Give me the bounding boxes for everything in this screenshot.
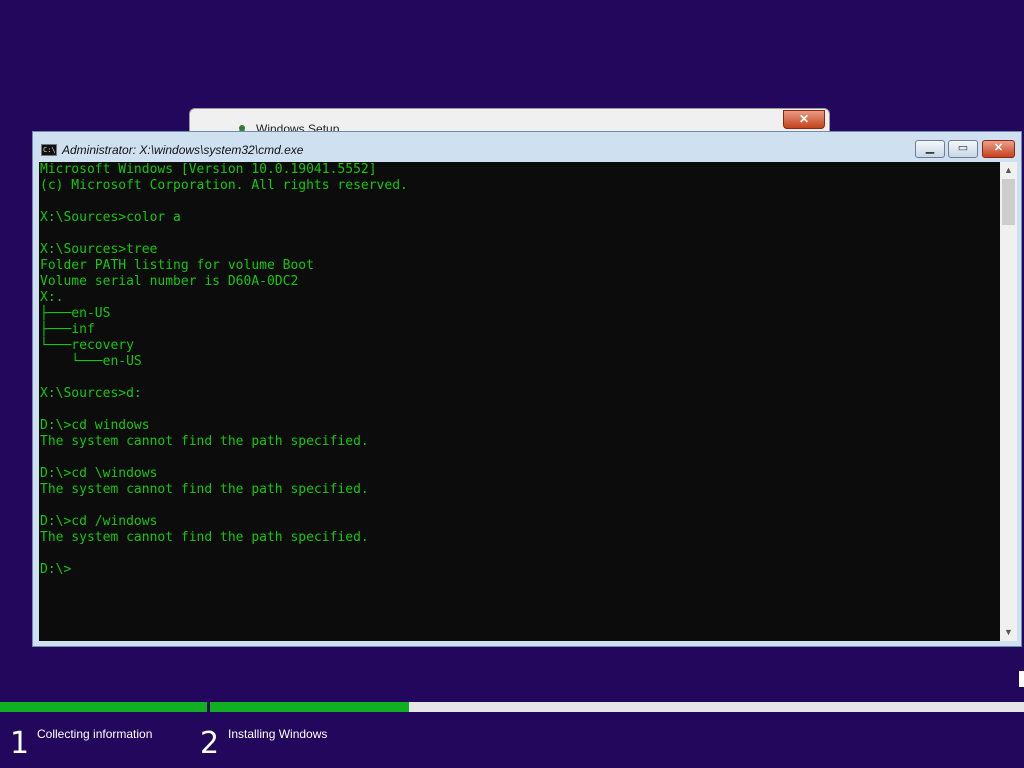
- console-line: Microsoft Windows [Version 10.0.19041.55…: [40, 162, 377, 177]
- step-label-installing: Installing Windows: [228, 727, 328, 741]
- cmd-window-title: Administrator: X:\windows\system32\cmd.e…: [62, 143, 304, 157]
- step-label-collecting: Collecting information: [37, 727, 153, 741]
- console-line: X:\Sources>tree: [40, 242, 158, 257]
- console-text: Microsoft Windows [Version 10.0.19041.55…: [39, 162, 1000, 578]
- console-line: X:\Sources>d:: [40, 386, 142, 401]
- setup-progress-bar: [0, 702, 1024, 712]
- windows-setup-close-button[interactable]: ✕: [783, 110, 825, 129]
- console-line: ├───en-US: [40, 306, 111, 321]
- console-line: Folder PATH listing for volume Boot: [40, 258, 314, 273]
- console-line: D:\>cd windows: [40, 418, 150, 433]
- progress-segment-collecting: [0, 702, 207, 712]
- console-line: X:\Sources>color a: [40, 210, 181, 225]
- console-line: └───en-US: [40, 354, 142, 369]
- maximize-button[interactable]: ▭: [948, 140, 978, 158]
- console-line: Volume serial number is D60A-0DC2: [40, 274, 299, 289]
- minimize-button[interactable]: ▁: [915, 140, 945, 158]
- scroll-down-icon[interactable]: ▼: [1000, 624, 1017, 641]
- step-number: 1: [10, 726, 30, 761]
- screen-edge-mark: [1019, 671, 1024, 687]
- console-line: D:\>cd \windows: [40, 466, 158, 481]
- console-line: └───recovery: [40, 338, 134, 353]
- setup-steps: 1 Collecting information 2 Installing Wi…: [0, 716, 1024, 768]
- console-line: The system cannot find the path specifie…: [40, 434, 369, 449]
- progress-fill-installing: [210, 702, 410, 712]
- console-line: The system cannot find the path specifie…: [40, 530, 369, 545]
- console-line: The system cannot find the path specifie…: [40, 482, 369, 497]
- scroll-up-icon[interactable]: ▲: [1000, 162, 1017, 179]
- console-line: X:.: [40, 290, 64, 305]
- console-line: D:\>: [40, 562, 72, 577]
- setup-desktop: Windows Setup ✕ C:\ Administrator: X:\wi…: [0, 0, 1024, 768]
- cmd-window[interactable]: C:\ Administrator: X:\windows\system32\c…: [32, 131, 1022, 647]
- console-line: ├───inf: [40, 322, 95, 337]
- progress-segment-installing: [210, 702, 1024, 712]
- vertical-scrollbar[interactable]: ▲ ▼: [1000, 162, 1017, 641]
- command-prompt-icon: C:\: [41, 144, 57, 156]
- progress-fill-collecting: [0, 702, 207, 712]
- step-number: 2: [200, 726, 220, 761]
- console-line: (c) Microsoft Corporation. All rights re…: [40, 178, 408, 193]
- close-button[interactable]: ✕: [982, 140, 1015, 158]
- cmd-titlebar[interactable]: C:\ Administrator: X:\windows\system32\c…: [33, 132, 1021, 162]
- scroll-thumb[interactable]: [1002, 179, 1015, 225]
- console-output[interactable]: Microsoft Windows [Version 10.0.19041.55…: [39, 162, 1000, 641]
- console-line: D:\>cd /windows: [40, 514, 158, 529]
